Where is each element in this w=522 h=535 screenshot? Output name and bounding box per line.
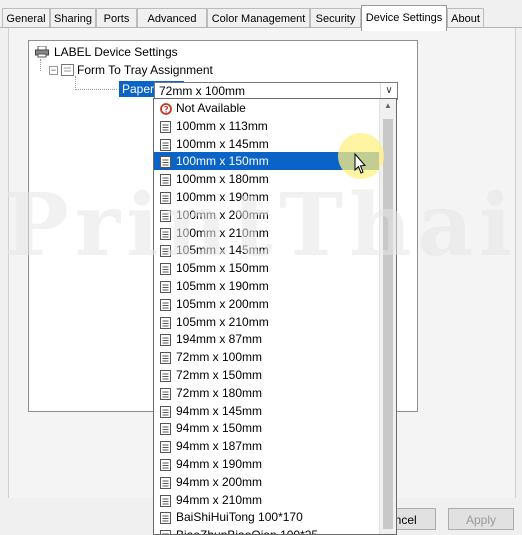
dropdown-option[interactable]: 105mm x 210mm [154,313,380,331]
apply-button[interactable]: Apply [448,508,514,530]
not-available-icon [160,102,172,115]
dropdown-option[interactable]: 194mm x 87mm [154,330,380,348]
tab-advanced[interactable]: Advanced [137,8,207,28]
dropdown-option-label: 94mm x 145mm [176,403,263,418]
dropdown-option[interactable]: 94mm x 190mm [154,455,380,473]
dropdown-option[interactable]: 94mm x 150mm [154,419,380,437]
dropdown-option-label: 94mm x 187mm [176,439,263,454]
dropdown-option-label: 100mm x 145mm [176,136,269,151]
tab-about[interactable]: About [447,8,484,28]
page-icon [160,494,171,507]
page-icon [160,422,171,436]
tab-security[interactable]: Security [310,8,361,28]
dropdown-option-label: 94mm x 150mm [176,421,263,436]
dropdown-option[interactable]: 105mm x 200mm [154,295,380,313]
dropdown-option[interactable]: 72mm x 180mm [154,384,380,402]
page-icon [160,529,171,534]
dropdown-option-label: 72mm x 150mm [176,367,263,382]
scroll-up-icon[interactable]: ▲ [380,101,396,110]
dropdown-option-label: 100mm x 150mm [176,154,269,169]
page-icon [160,405,171,418]
dropdown-option-label: 72mm x 100mm [176,350,263,365]
page-icon [160,191,171,204]
page-icon [160,458,171,471]
dropdown-option[interactable]: 105mm x 190mm [154,277,380,295]
page-icon [160,298,171,311]
dropdown-option[interactable]: 94mm x 187mm [154,437,380,455]
page-icon [160,351,171,365]
tree-connector [40,59,41,71]
page-icon [160,476,171,489]
dropdown-option[interactable]: BiaoZhunBiaoQian 100*25 [154,526,380,534]
dropdown-option[interactable]: 100mm x 113mm [154,117,380,135]
dropdown-option-label: 100mm x 180mm [176,172,269,187]
dropdown-option-label: BaiShiHuiTong 100*170 [176,510,303,525]
page-icon [160,138,171,151]
dropdown-option-label: 100mm x 113mm [176,118,268,133]
dropdown-option[interactable]: 72mm x 100mm [154,348,380,366]
tree-connector [75,89,117,90]
tab-ports[interactable]: Ports [96,8,137,28]
dropdown-option[interactable]: 72mm x 150mm [154,366,380,384]
dropdown-option-label: 105mm x 200mm [176,296,269,311]
page-icon [160,120,171,133]
dropdown-option-label: 100mm x 190mm [176,189,269,204]
dropdown-option-label: 194mm x 87mm [176,332,263,347]
page-icon [160,262,171,276]
dropdown-option[interactable]: 105mm x 150mm [154,259,380,277]
dropdown-option[interactable]: 100mm x 210mm [154,224,380,242]
printer-icon [35,45,49,62]
page-icon [160,227,171,240]
dropdown-option-label: BiaoZhunBiaoQian 100*25 [176,526,318,534]
dropdown-option[interactable]: Not Available [154,99,380,117]
tab-sharing[interactable]: Sharing [50,8,96,28]
dropdown-option[interactable]: 94mm x 210mm [154,491,380,509]
dropdown-option-label: 105mm x 190mm [176,278,269,293]
tree-connector [75,76,76,90]
page-icon [160,209,171,222]
dropdown-option[interactable]: 100mm x 190mm [154,188,380,206]
dropdown-option-label: 72mm x 180mm [176,385,263,400]
page-icon [160,387,171,400]
page-icon [160,333,171,347]
dropdown-option[interactable]: 94mm x 145mm [154,402,380,420]
dropdown-option-label: 100mm x 210mm [176,225,269,240]
tree-child-label: Form To Tray Assignment [77,63,213,77]
dropdown-option-label: 94mm x 190mm [176,456,263,471]
dropdown-option-label: 94mm x 200mm [176,474,263,489]
tab-device-settings[interactable]: Device Settings [361,5,447,31]
chevron-down-icon[interactable]: ∨ [380,83,397,99]
tab-general[interactable]: General [2,8,50,28]
dropdown-option-label: 105mm x 210mm [176,314,269,329]
dropdown-option-label: 94mm x 210mm [176,492,263,507]
dropdown-option[interactable]: 105mm x 145mm [154,241,380,259]
paper-roll-value: 72mm x 100mm [159,84,246,98]
dropdown-option-label: 105mm x 145mm [176,243,269,258]
mouse-pointer-icon [350,152,390,192]
form-icon [61,64,74,80]
dropdown-option-label: 105mm x 150mm [176,261,269,276]
dropdown-option[interactable]: 100mm x 200mm [154,206,380,224]
dropdown-option[interactable]: 94mm x 200mm [154,473,380,491]
page-icon [160,155,171,169]
tab-color-management[interactable]: Color Management [207,8,310,28]
page-icon [160,440,171,454]
dropdown-option-label: Not Available [176,101,246,115]
page-icon [160,369,171,382]
tree-root-label: LABEL Device Settings [54,45,178,59]
page-icon [160,244,171,258]
page-icon [160,316,171,329]
collapse-icon[interactable]: − [49,66,58,75]
page-icon [160,511,171,525]
page-icon [160,280,171,293]
dropdown-option-label: 100mm x 200mm [176,207,269,222]
dropdown-option[interactable]: BaiShiHuiTong 100*170 [154,508,380,526]
page-icon [160,173,171,187]
